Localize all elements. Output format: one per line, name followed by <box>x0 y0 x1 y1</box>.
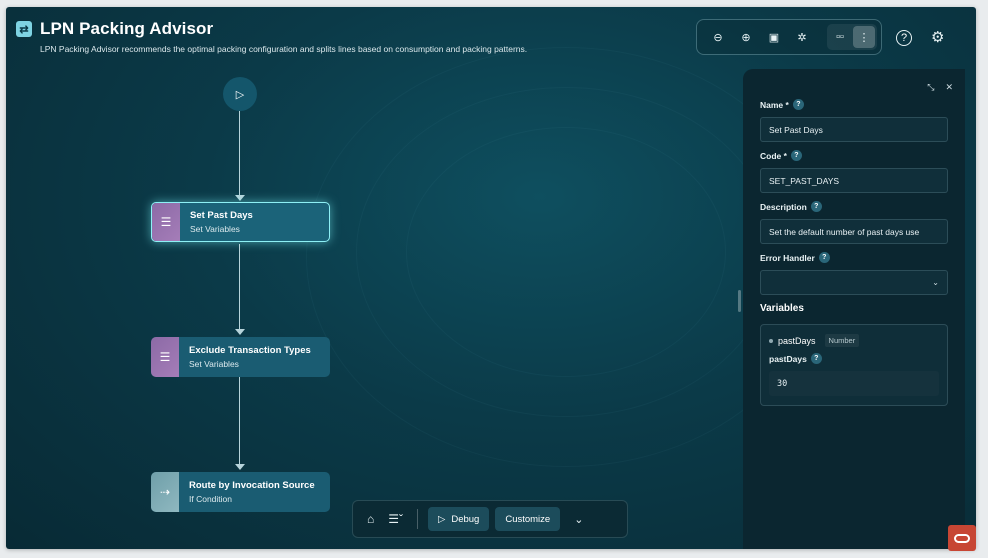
description-label-text: Description <box>760 201 807 212</box>
play-icon: ▷ <box>235 88 245 101</box>
help-icon[interactable]: ? <box>818 252 830 263</box>
help-icon[interactable]: ? <box>810 353 822 364</box>
status-dot <box>769 338 773 343</box>
name-label-text: Name * <box>760 99 789 110</box>
customize-button[interactable]: Customize <box>495 507 561 531</box>
vertical-layout-icon[interactable]: ⋮ <box>853 26 875 48</box>
gear-icon[interactable]: ⚙ <box>931 28 944 46</box>
background-contour <box>406 127 726 377</box>
name-label: Name * ? <box>760 99 948 110</box>
double-chevron-down-icon[interactable]: ⌄ <box>574 513 583 526</box>
connector-arrow <box>235 464 245 470</box>
home-icon[interactable]: ⌂ <box>367 512 374 526</box>
code-label-text: Code * <box>760 150 787 161</box>
node-title: Set Past Days <box>190 210 253 221</box>
code-value: SET_PAST_DAYS <box>769 175 840 186</box>
horizontal-layout-icon[interactable]: ▫▫ <box>829 26 851 48</box>
close-icon[interactable]: ✕ <box>945 82 953 93</box>
code-field[interactable]: SET_PAST_DAYS <box>760 168 948 193</box>
description-field[interactable]: Set the default number of past days use <box>760 219 948 244</box>
start-node[interactable]: ▷ <box>223 77 257 111</box>
flow-node-exclude-transaction-types[interactable]: ☰ Exclude Transaction Types Set Variable… <box>151 337 330 377</box>
node-subtitle: Set Variables <box>190 224 240 234</box>
name-value: Set Past Days <box>769 124 823 135</box>
layout-toggle: ▫▫ ⋮ <box>827 24 877 50</box>
zoom-out-icon[interactable]: ⊖ <box>707 26 729 48</box>
properties-panel: ⤡ ✕ Name * ? Set Past Days Code * ? SET_… <box>743 69 965 549</box>
debug-label: Debug <box>451 513 480 525</box>
node-subtitle: Set Variables <box>189 359 239 369</box>
error-handler-label: Error Handler ? <box>760 252 948 263</box>
play-icon: ▷ <box>438 513 446 525</box>
error-handler-label-text: Error Handler <box>760 252 815 263</box>
collapse-icon[interactable]: ⤡ <box>927 82 934 93</box>
panel-resize-handle[interactable] <box>738 290 741 312</box>
node-title: Exclude Transaction Types <box>189 345 311 356</box>
error-handler-select[interactable]: ⌄ <box>760 270 948 295</box>
connector-arrow <box>235 195 245 201</box>
set-variables-icon: ☰ <box>152 203 180 241</box>
connector-line <box>239 377 240 469</box>
oracle-logo[interactable] <box>948 525 976 551</box>
center-icon[interactable]: ✲ <box>791 26 813 48</box>
route-icon: ⇢ <box>151 472 179 512</box>
page-subtitle: LPN Packing Advisor recommends the optim… <box>40 44 528 54</box>
app-window: ⇄ LPN Packing Advisor LPN Packing Adviso… <box>6 7 976 549</box>
connector-line <box>239 111 240 199</box>
connector-line <box>239 244 240 334</box>
node-title: Route by Invocation Source <box>189 480 315 491</box>
set-variables-icon: ☰ <box>151 337 179 377</box>
divider <box>417 509 419 529</box>
connector-arrow <box>235 329 245 335</box>
variable-label: pastDays ? <box>769 353 939 364</box>
page-title: LPN Packing Advisor <box>40 19 214 38</box>
variable-type-badge: Number <box>824 334 860 347</box>
help-icon[interactable]: ? <box>790 150 802 161</box>
variable-label-text: pastDays <box>769 353 807 364</box>
layers-dropdown-icon[interactable]: ☰ˇ <box>388 512 403 526</box>
fit-icon[interactable]: ▣ <box>763 26 785 48</box>
help-icon[interactable]: ? <box>792 99 804 110</box>
chevron-down-icon: ⌄ <box>932 278 939 287</box>
page-header: ⇄ LPN Packing Advisor LPN Packing Adviso… <box>16 19 527 54</box>
customize-label: Customize <box>505 513 551 525</box>
description-label: Description ? <box>760 201 948 212</box>
variable-value-input[interactable]: 30 <box>769 371 939 396</box>
name-field[interactable]: Set Past Days <box>760 117 948 142</box>
canvas-toolbar: ⊖ ⊕ ▣ ✲ ▫▫ ⋮ <box>696 19 882 55</box>
variable-card: pastDays Number pastDays ? 30 <box>760 324 948 406</box>
flow-node-route-by-invocation-source[interactable]: ⇢ Route by Invocation Source If Conditio… <box>151 472 330 512</box>
node-subtitle: If Condition <box>189 494 232 504</box>
debug-button[interactable]: ▷ Debug <box>428 507 490 531</box>
app-logo-icon: ⇄ <box>16 21 32 37</box>
help-icon[interactable]: ? <box>896 30 912 46</box>
variables-heading: Variables <box>760 303 804 314</box>
description-value: Set the default number of past days use <box>769 226 920 237</box>
bottom-toolbar: ⌂ ☰ˇ ▷ Debug Customize ⌄ <box>352 500 628 538</box>
variable-value: 30 <box>777 378 788 389</box>
variable-name: pastDays <box>778 335 816 346</box>
code-label: Code * ? <box>760 150 948 161</box>
flow-node-set-past-days[interactable]: ☰ Set Past Days Set Variables <box>151 202 330 242</box>
help-icon[interactable]: ? <box>810 201 822 212</box>
zoom-in-icon[interactable]: ⊕ <box>735 26 757 48</box>
